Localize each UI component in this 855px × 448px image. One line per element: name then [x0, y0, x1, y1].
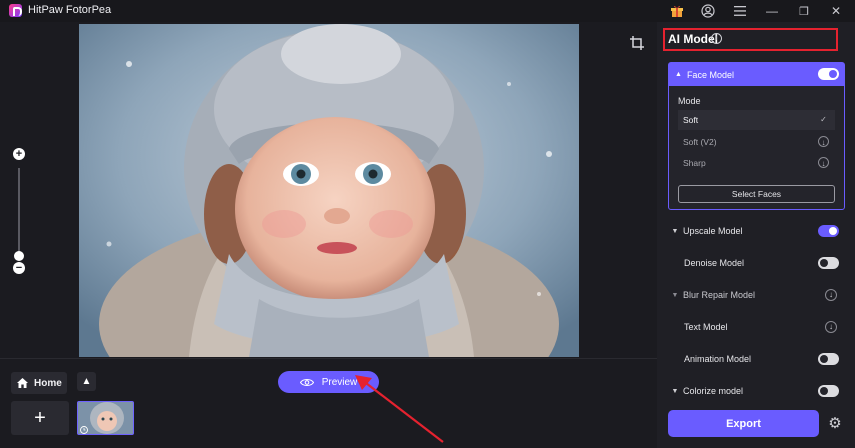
chevron-down-icon: ▼	[671, 227, 679, 235]
check-icon: ✓	[820, 115, 827, 124]
zoom-slider-track[interactable]	[18, 168, 20, 256]
download-icon[interactable]: ↓	[818, 136, 829, 147]
model-row-colorize[interactable]: ▼ Colorize model	[668, 382, 845, 400]
chevron-up-icon: ▲	[81, 376, 92, 387]
zoom-slider-thumb[interactable]	[14, 251, 24, 261]
home-label: Home	[34, 377, 62, 389]
chevron-up-icon: ▲	[675, 71, 682, 78]
menu-icon[interactable]	[732, 3, 748, 19]
download-icon[interactable]: ↓	[818, 157, 829, 168]
face-model-card: ▲ Face Model Mode Soft ✓ Soft (V2) ↓ Sha…	[668, 62, 845, 210]
model-label: Animation Model	[684, 354, 752, 364]
gear-icon[interactable]: ⚙	[827, 416, 843, 432]
mode-label: Mode	[678, 96, 701, 106]
app-logo-icon	[9, 4, 22, 17]
model-label: Text Model	[684, 322, 728, 332]
close-icon[interactable]: ✕	[828, 3, 844, 19]
add-image-button[interactable]: +	[11, 401, 69, 435]
home-icon	[17, 378, 28, 388]
chevron-down-icon: ▼	[671, 291, 679, 299]
plus-icon: +	[34, 406, 46, 429]
upscale-model-toggle[interactable]	[818, 225, 839, 237]
info-icon[interactable]: i	[711, 33, 722, 44]
photo-image	[79, 24, 579, 357]
crop-icon[interactable]	[630, 36, 644, 50]
ai-model-panel: AI Model i ▲ Face Model Mode Soft ✓ Soft…	[657, 22, 855, 448]
model-row-text[interactable]: Text Model ↓	[668, 318, 845, 336]
model-row-animation[interactable]: Animation Model	[668, 350, 845, 368]
gift-icon[interactable]	[669, 3, 685, 19]
bottom-bar: Home ▲ + Preview	[0, 358, 657, 448]
chevron-down-icon: ▼	[671, 387, 679, 395]
animation-model-toggle[interactable]	[818, 353, 839, 365]
download-icon[interactable]: ↓	[825, 321, 837, 333]
download-icon[interactable]: ↓	[825, 289, 837, 301]
preview-label: Preview	[321, 376, 358, 388]
model-row-denoise[interactable]: Denoise Model	[668, 254, 845, 272]
home-button[interactable]: Home	[11, 372, 67, 394]
colorize-model-toggle[interactable]	[818, 385, 839, 397]
mode-option-soft[interactable]: Soft ✓	[678, 110, 835, 130]
canvas-area: + −	[0, 22, 657, 358]
minimize-icon[interactable]: —	[764, 3, 780, 19]
select-faces-button[interactable]: Select Faces	[678, 185, 835, 203]
image-thumbnail[interactable]	[77, 401, 134, 435]
model-label: Denoise Model	[684, 258, 745, 268]
restore-icon[interactable]: ❐	[796, 3, 812, 19]
mode-option-sharp[interactable]: Sharp ↓	[678, 153, 835, 173]
model-label: Colorize model	[683, 386, 744, 396]
zoom-out-icon[interactable]: −	[13, 262, 25, 274]
thumbnail-image	[78, 402, 133, 434]
eye-icon	[299, 378, 314, 386]
model-row-blur-repair[interactable]: ▼ Blur Repair Model ↓	[668, 286, 845, 304]
face-model-toggle[interactable]	[818, 68, 839, 80]
face-model-header[interactable]: ▲ Face Model	[669, 63, 844, 86]
mode-option-label: Soft (V2)	[683, 137, 717, 147]
export-button[interactable]: Export	[668, 410, 819, 437]
preview-button[interactable]: Preview	[278, 371, 379, 393]
photo-preview[interactable]	[79, 24, 579, 357]
model-label: Upscale Model	[683, 226, 743, 236]
title-bar: HitPaw FotorPea — ❐ ✕	[0, 0, 855, 22]
mode-option-label: Sharp	[683, 158, 706, 168]
expand-up-button[interactable]: ▲	[77, 372, 96, 391]
model-row-upscale[interactable]: ▼ Upscale Model	[668, 222, 845, 240]
mode-option-soft-v2[interactable]: Soft (V2) ↓	[678, 132, 835, 152]
model-label: Blur Repair Model	[683, 290, 756, 300]
zoom-in-icon[interactable]: +	[13, 148, 25, 160]
account-icon[interactable]	[700, 3, 716, 19]
mode-option-label: Soft	[683, 115, 699, 125]
denoise-model-toggle[interactable]	[818, 257, 839, 269]
app-title: HitPaw FotorPea	[28, 4, 112, 16]
face-model-label: Face Model	[686, 69, 734, 80]
